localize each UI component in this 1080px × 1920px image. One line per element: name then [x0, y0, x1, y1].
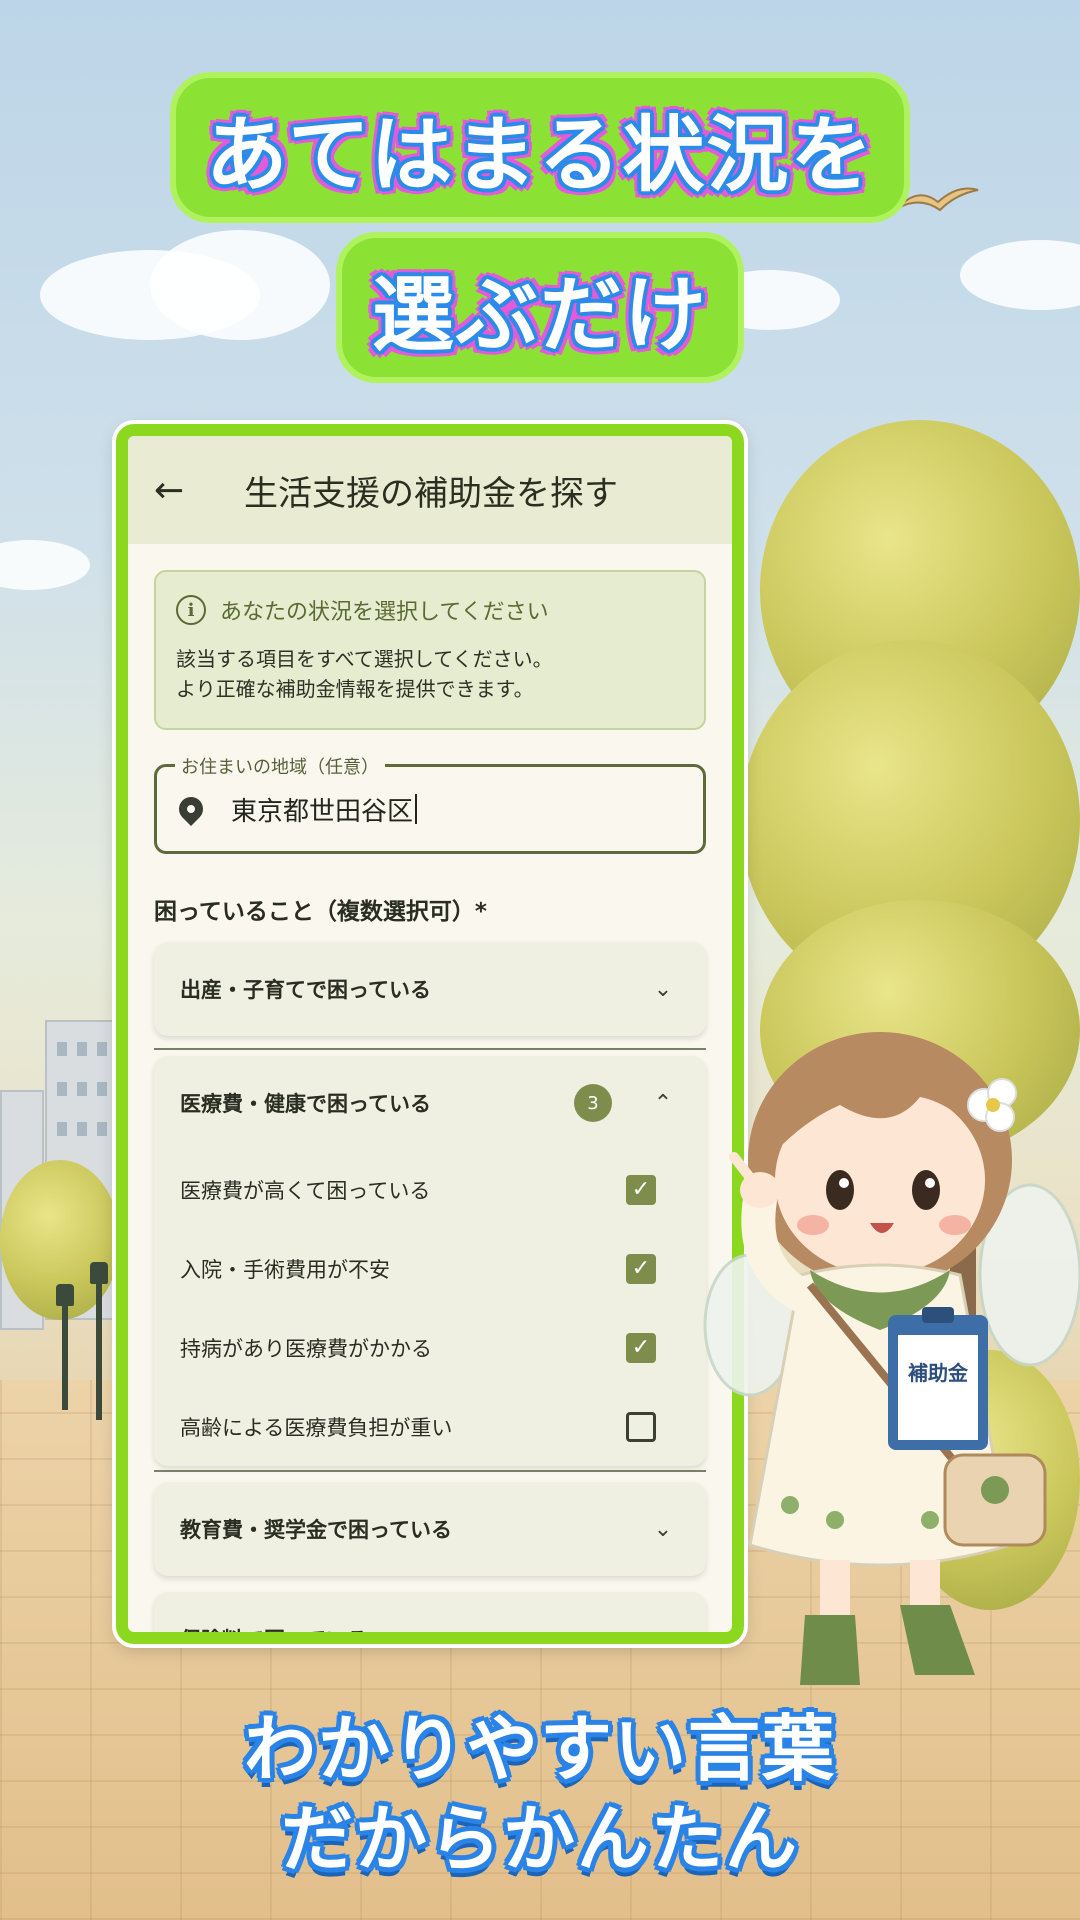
location-field-label: お住まいの地域（任意）: [175, 753, 385, 779]
location-pin-icon: [174, 792, 208, 826]
checkbox-checked[interactable]: ✓: [626, 1332, 656, 1363]
option-row[interactable]: 高齢による医療費負担が重い: [154, 1387, 706, 1466]
info-heading: あなたの状況を選択してください: [220, 600, 549, 625]
page-title: 生活支援の補助金を探す: [244, 473, 618, 514]
option-label: 高齢による医療費負担が重い: [180, 1415, 453, 1440]
option-row[interactable]: 医療費が高くて困っている ✓: [154, 1150, 706, 1229]
info-body-line: 該当する項目をすべて選択してください。: [176, 647, 553, 671]
text-cursor: [415, 794, 418, 824]
chevron-down-icon[interactable]: ⌄: [648, 977, 678, 1002]
category-accordion[interactable]: 保険料で困っている ⌄: [154, 1592, 706, 1644]
headline-line2: 選ぶだけ: [0, 238, 1080, 377]
bottom-caption-line2: だからかんたん: [280, 1797, 799, 1881]
phone-screen: ← 生活支援の補助金を探す i あなたの状況を選択してください 該当する項目をす…: [116, 424, 744, 1644]
category-accordion[interactable]: 教育費・奨学金で困っている ⌄: [154, 1482, 706, 1576]
location-field[interactable]: お住まいの地域（任意） 東京都世田谷区: [154, 753, 706, 854]
checkbox-unchecked[interactable]: [626, 1411, 656, 1442]
category-accordion[interactable]: 出産・子育てで困っている ⌄: [154, 942, 706, 1036]
option-row[interactable]: 持病があり医療費がかかる ✓: [154, 1308, 706, 1387]
divider: [154, 1470, 706, 1472]
info-body-line: より正確な補助金情報を提供できます。: [176, 677, 534, 701]
divider: [154, 1048, 706, 1050]
info-box: i あなたの状況を選択してください 該当する項目をすべて選択してください。 より…: [154, 570, 706, 730]
option-label: 医療費が高くて困っている: [180, 1178, 431, 1203]
info-icon: i: [176, 595, 206, 625]
clipboard-label: 補助金: [907, 1361, 969, 1385]
section-title: 困っていること（複数選択可）*: [154, 899, 487, 925]
option-label: 持病があり医療費がかかる: [180, 1336, 432, 1361]
checkbox-checked[interactable]: ✓: [626, 1174, 656, 1205]
category-label: 医療費・健康で困っている: [180, 1092, 431, 1116]
category-label: 出産・子育てで困っている: [180, 978, 431, 1002]
app-bar: ← 生活支援の補助金を探す: [128, 436, 732, 544]
mascot-fairy-illustration: 補助金: [703, 1032, 1080, 1685]
headline-line1: あてはまる状況を: [0, 78, 1080, 217]
category-label: 保険料で困っている: [180, 1628, 368, 1644]
location-input[interactable]: 東京都世田谷区: [231, 791, 413, 828]
selected-count-badge: 3: [574, 1084, 612, 1122]
arrow-left-icon[interactable]: ←: [154, 470, 214, 511]
category-accordion-expanded[interactable]: 医療費・健康で困っている 3 ⌃ 医療費が高くて困っている ✓ 入院・手術費用が…: [154, 1056, 706, 1466]
chevron-down-icon[interactable]: ⌄: [648, 1517, 678, 1542]
chevron-down-icon[interactable]: ⌄: [648, 1627, 678, 1633]
category-label: 教育費・奨学金で困っている: [180, 1518, 452, 1542]
checkbox-checked[interactable]: ✓: [626, 1253, 656, 1284]
chevron-up-icon[interactable]: ⌃: [648, 1091, 678, 1116]
option-row[interactable]: 入院・手術費用が不安 ✓: [154, 1229, 706, 1308]
option-label: 入院・手術費用が不安: [180, 1257, 390, 1282]
